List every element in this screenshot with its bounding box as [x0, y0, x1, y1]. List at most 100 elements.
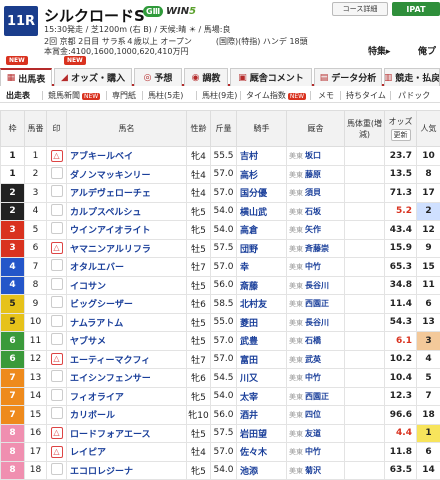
odds-cell[interactable]: 54.3: [384, 312, 417, 332]
jockey-link[interactable]: 太宰: [236, 386, 287, 406]
tab-prediction[interactable]: ◎ 予想: [134, 68, 182, 86]
trainer-cell[interactable]: 美東 中竹: [286, 368, 345, 388]
mark-selector[interactable]: [50, 407, 63, 420]
horse-name-link[interactable]: エイシンフェンサー: [66, 368, 187, 388]
mark-cell[interactable]: [46, 312, 67, 332]
tab-data-analysis[interactable]: ▤ データ分析: [314, 68, 382, 86]
mark-cell[interactable]: [46, 386, 67, 406]
jockey-link[interactable]: 北村友: [236, 294, 287, 314]
horse-name-link[interactable]: ウインアイオライト: [66, 220, 187, 240]
horse-name-link[interactable]: アブキールベイ: [66, 146, 187, 166]
mark-cell[interactable]: △: [46, 442, 67, 462]
subtab-past5[interactable]: 馬柱(5走): [148, 90, 183, 101]
horse-name-link[interactable]: ダノンマッキンリー: [66, 164, 187, 184]
mark-selector[interactable]: [50, 185, 63, 198]
special-feature-link[interactable]: 特集▸: [368, 44, 391, 57]
subtab-entries[interactable]: 出走表: [6, 90, 30, 101]
odds-cell[interactable]: 15.9: [384, 238, 417, 258]
my-pro-link[interactable]: 俺プ: [418, 44, 436, 57]
mark-cell[interactable]: [46, 460, 67, 480]
subtab-past9[interactable]: 馬柱(9走): [202, 90, 237, 101]
mark-selector[interactable]: △: [50, 427, 63, 440]
subtab-specialist[interactable]: 専門紙: [112, 90, 136, 101]
mark-selector[interactable]: [50, 296, 63, 309]
mark-cell[interactable]: [46, 220, 67, 240]
trainer-cell[interactable]: 美東 中竹: [286, 442, 345, 462]
jockey-link[interactable]: 国分優: [236, 183, 287, 203]
trainer-cell[interactable]: 美東 石橋: [286, 331, 345, 351]
horse-name-link[interactable]: エーティーマクフィ: [66, 349, 187, 369]
mark-selector[interactable]: △: [50, 149, 63, 162]
horse-name-link[interactable]: ヤブサメ: [66, 331, 187, 351]
course-detail-button[interactable]: コース詳細: [332, 2, 388, 16]
subtab-paddock[interactable]: パドック: [398, 90, 430, 101]
odds-cell[interactable]: 5.2: [384, 201, 417, 221]
odds-cell[interactable]: 6.1: [384, 331, 417, 351]
mark-cell[interactable]: [46, 331, 67, 351]
jockey-link[interactable]: 斎藤: [236, 275, 287, 295]
mark-selector[interactable]: [50, 203, 63, 216]
horse-name-link[interactable]: ビッグシーザー: [66, 294, 187, 314]
mark-selector[interactable]: [50, 314, 63, 327]
tab-race-card[interactable]: ▦ 出馬表: [0, 68, 52, 86]
subtab-time-index[interactable]: タイム指数 NEW: [246, 90, 307, 101]
horse-name-link[interactable]: ロードフォアエース: [66, 423, 187, 443]
mark-selector[interactable]: △: [50, 242, 63, 255]
odds-cell[interactable]: 11.8: [384, 442, 417, 462]
jockey-link[interactable]: 川又: [236, 368, 287, 388]
mark-selector[interactable]: △: [50, 353, 63, 366]
horse-name-link[interactable]: ナムラアトム: [66, 312, 187, 332]
mark-cell[interactable]: [46, 275, 67, 295]
col-mark[interactable]: 印: [46, 110, 67, 147]
mark-selector[interactable]: △: [50, 445, 63, 458]
odds-cell[interactable]: 34.8: [384, 275, 417, 295]
mark-selector[interactable]: [50, 370, 63, 383]
odds-cell[interactable]: 4.4: [384, 423, 417, 443]
horse-name-link[interactable]: レイピア: [66, 442, 187, 462]
horse-name-link[interactable]: オタルエバー: [66, 257, 187, 277]
mark-selector[interactable]: [50, 166, 63, 179]
trainer-cell[interactable]: 美東 武英: [286, 349, 345, 369]
trainer-cell[interactable]: 美東 四位: [286, 405, 345, 425]
mark-cell[interactable]: [46, 405, 67, 425]
mark-cell[interactable]: [46, 294, 67, 314]
odds-cell[interactable]: 63.5: [384, 460, 417, 480]
odds-cell[interactable]: 23.7: [384, 146, 417, 166]
jockey-link[interactable]: 富田: [236, 349, 287, 369]
mark-selector[interactable]: [50, 259, 63, 272]
horse-name-link[interactable]: フィオライア: [66, 386, 187, 406]
odds-cell[interactable]: 71.3: [384, 183, 417, 203]
mark-cell[interactable]: △: [46, 423, 67, 443]
subtab-best-time[interactable]: 持ちタイム: [346, 90, 386, 101]
trainer-cell[interactable]: 美東 友道: [286, 423, 345, 443]
jockey-link[interactable]: 武豊: [236, 331, 287, 351]
mark-cell[interactable]: △: [46, 146, 67, 166]
mark-cell[interactable]: [46, 368, 67, 388]
horse-name-link[interactable]: アルデヴェローチェ: [66, 183, 187, 203]
ipat-button[interactable]: IPAT: [392, 2, 440, 16]
odds-refresh-button[interactable]: 更新: [390, 129, 411, 141]
jockey-link[interactable]: 幸: [236, 257, 287, 277]
horse-name-link[interactable]: カリボール: [66, 405, 187, 425]
jockey-link[interactable]: 団野: [236, 238, 287, 258]
jockey-link[interactable]: 岩田望: [236, 423, 287, 443]
subtab-newspaper[interactable]: 競馬新聞 NEW: [48, 90, 101, 101]
mark-selector[interactable]: [50, 388, 63, 401]
mark-cell[interactable]: [46, 164, 67, 184]
jockey-link[interactable]: 吉村: [236, 146, 287, 166]
tab-training[interactable]: ◉ 調教: [184, 68, 228, 86]
trainer-cell[interactable]: 美東 西園正: [286, 294, 345, 314]
trainer-cell[interactable]: 美東 長谷川: [286, 275, 345, 295]
subtab-memo[interactable]: メモ: [318, 90, 334, 101]
tab-results[interactable]: ▥ 競走・払戻: [384, 68, 440, 86]
odds-cell[interactable]: 43.4: [384, 220, 417, 240]
trainer-cell[interactable]: 美東 斉藤崇: [286, 238, 345, 258]
jockey-link[interactable]: 横山武: [236, 201, 287, 221]
trainer-cell[interactable]: 美東 坂口: [286, 146, 345, 166]
odds-cell[interactable]: 65.3: [384, 257, 417, 277]
mark-cell[interactable]: △: [46, 238, 67, 258]
trainer-cell[interactable]: 美東 藤原: [286, 164, 345, 184]
jockey-link[interactable]: 高倉: [236, 220, 287, 240]
mark-selector[interactable]: [50, 277, 63, 290]
jockey-link[interactable]: 菱田: [236, 312, 287, 332]
